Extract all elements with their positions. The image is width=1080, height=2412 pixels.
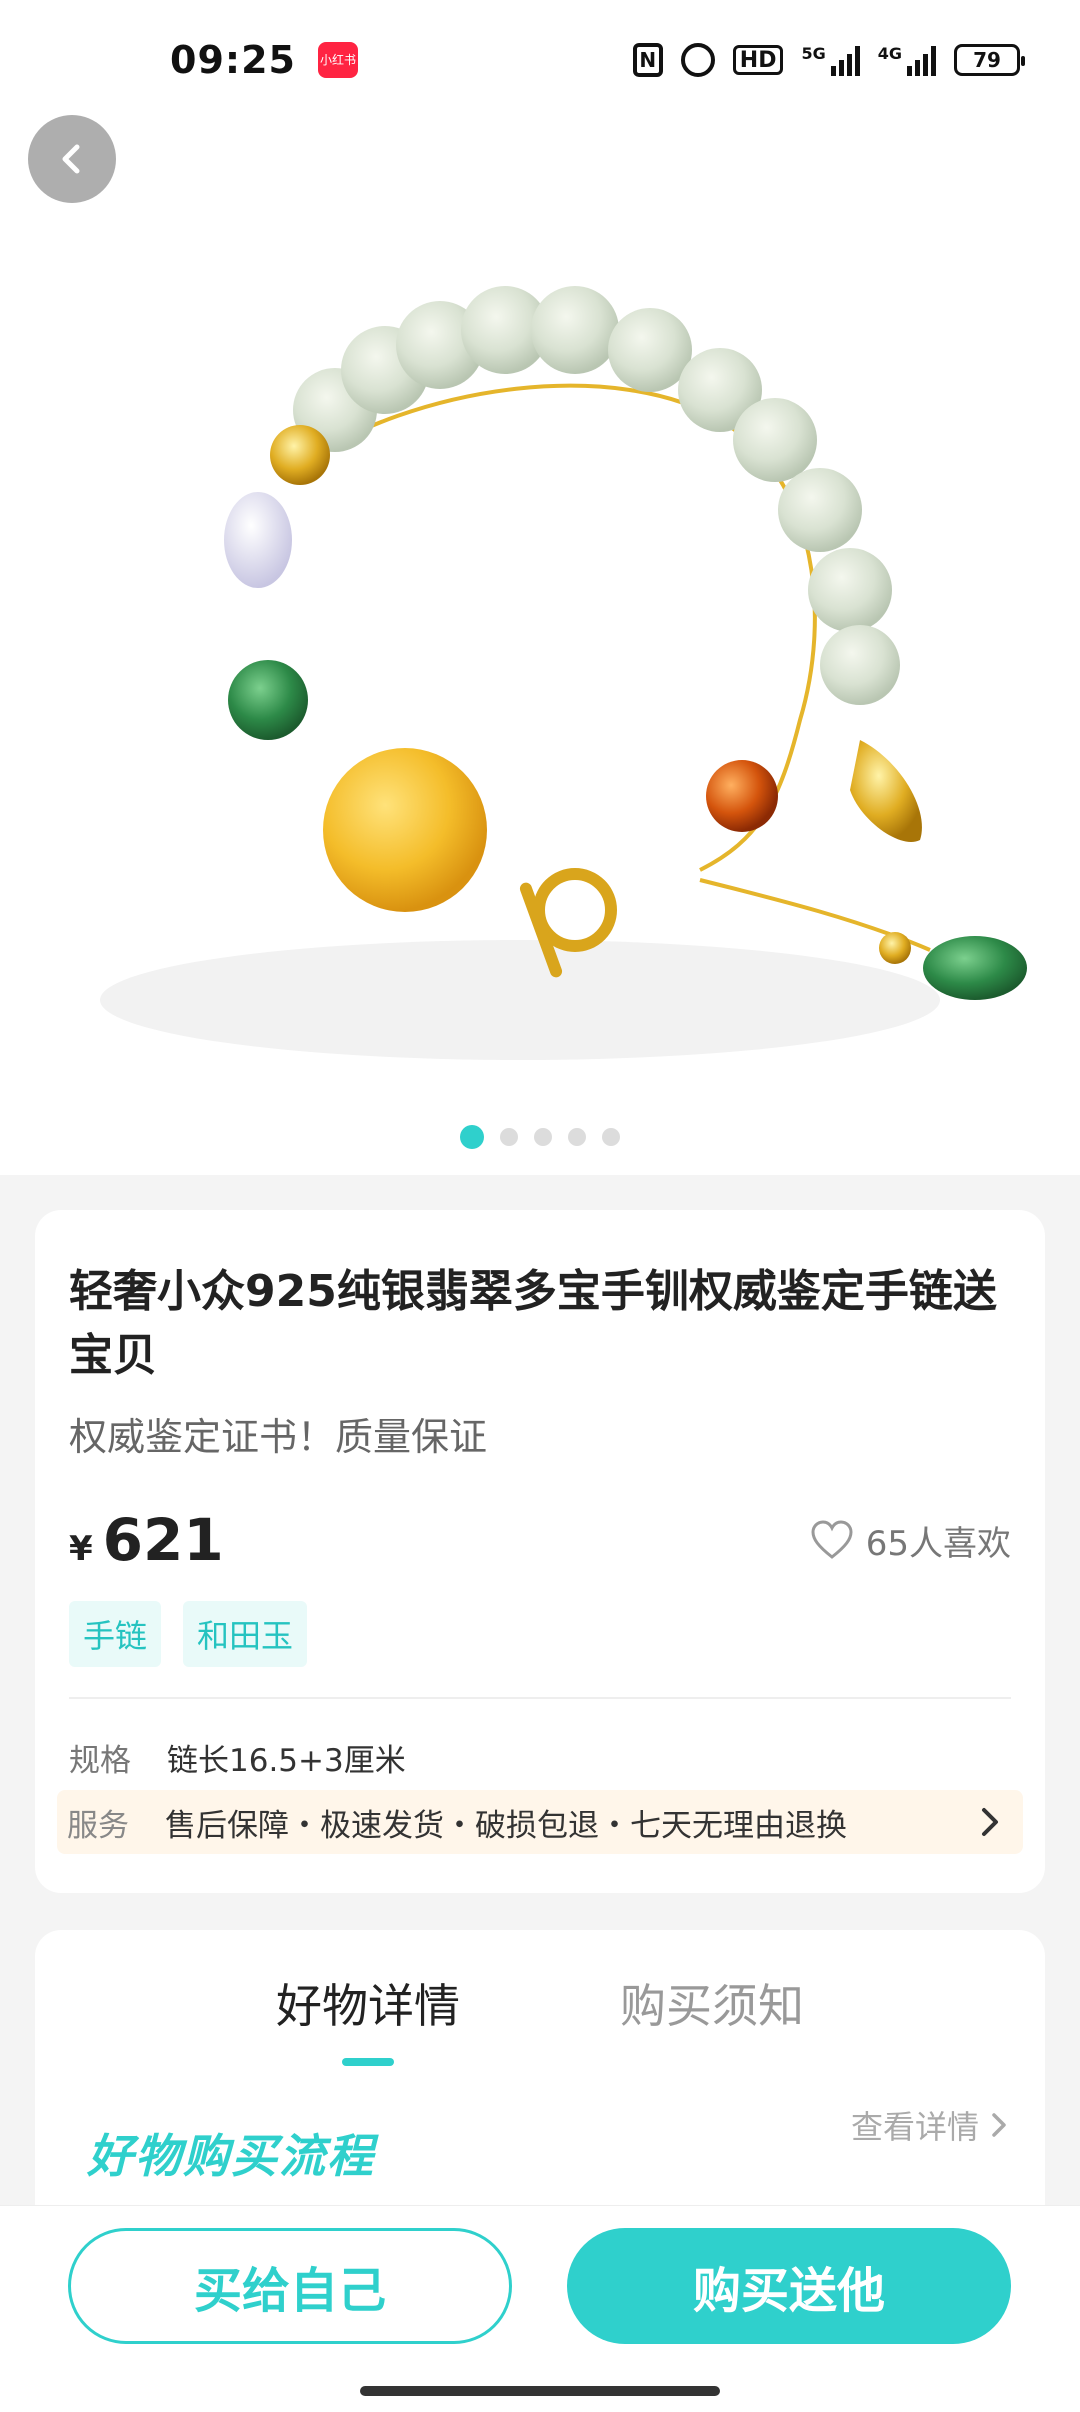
product-image-carousel[interactable] — [0, 0, 1080, 1175]
signal-5g-icon: 5G — [801, 44, 860, 76]
app-badge-icon: 小红书 — [317, 42, 358, 78]
service-label: 服务 — [67, 1807, 129, 1844]
tag-chip[interactable]: 和田玉 — [183, 1601, 308, 1667]
signal-5g-label: 5G — [801, 44, 826, 63]
tab-label: 购买须知 — [620, 1979, 804, 2033]
view-details-label: 查看详情 — [850, 2108, 979, 2146]
tag-list: 手链 和田玉 — [69, 1601, 1011, 1667]
currency-symbol: ¥ — [69, 1529, 93, 1569]
chevron-right-icon — [982, 1808, 998, 1836]
bracelet-image — [100, 286, 1027, 1060]
tab-product-details[interactable]: 好物详情 — [276, 1970, 460, 2066]
spec-row: 规格 链长16.5+3厘米 — [69, 1735, 1011, 1780]
tab-purchase-notice[interactable]: 购买须知 — [620, 1970, 804, 2036]
chevron-left-icon — [62, 144, 80, 174]
like-button[interactable]: 65人喜欢 — [810, 1516, 1011, 1565]
bottom-action-bar: 买给自己 购买送他 — [0, 2205, 1080, 2412]
product-info-card: 轻奢小众925纯银翡翠多宝手钏权威鉴定手链送宝贝 权威鉴定证书！质量保证 ¥ 6… — [35, 1210, 1045, 1893]
signal-4g-icon: 4G — [878, 44, 936, 76]
spec-label: 规格 — [69, 1743, 131, 1779]
chevron-right-icon — [992, 2113, 1006, 2137]
spec-value: 链长16.5+3厘米 — [167, 1743, 406, 1779]
carousel-dot[interactable] — [460, 1125, 484, 1149]
product-title: 轻奢小众925纯银翡翠多宝手钏权威鉴定手链送宝贝 — [69, 1266, 997, 1381]
carousel-indicator — [0, 1125, 1080, 1149]
home-indicator[interactable] — [360, 2386, 720, 2396]
tab-label: 好物详情 — [276, 1979, 460, 2033]
product-subtitle: 权威鉴定证书！质量保证 — [69, 1415, 488, 1459]
view-details-link[interactable]: 查看详情 — [851, 2102, 1009, 2148]
status-icons: N HD 5G 4G 79 — [632, 43, 1025, 77]
status-bar: 09:25 小红书 N HD 5G 4G 79 — [0, 0, 1080, 120]
price-row: ¥ 621 65人喜欢 — [69, 1505, 1011, 1575]
heart-icon — [811, 1520, 853, 1559]
back-button[interactable] — [28, 115, 116, 203]
like-count: 65人喜欢 — [865, 1523, 1011, 1564]
buy-for-self-button[interactable]: 买给自己 — [68, 2228, 512, 2344]
carousel-dot[interactable] — [500, 1128, 518, 1146]
hd-icon: HD — [732, 45, 784, 75]
purchase-flow-title: 好物购买流程 — [87, 2129, 375, 2183]
detail-card: 好物详情 购买须知 好物购买流程 查看详情 — [35, 1930, 1045, 2250]
carousel-dot[interactable] — [534, 1128, 552, 1146]
product-price: 621 — [102, 1506, 224, 1574]
battery-icon: 79 — [954, 44, 1025, 76]
service-row[interactable]: 服务 售后保障・极速发货・破损包退・七天无理由退换 — [57, 1790, 1023, 1854]
alarm-icon — [680, 43, 715, 77]
tag-chip[interactable]: 手链 — [69, 1601, 162, 1667]
status-time: 09:25 — [170, 38, 296, 82]
detail-tabs: 好物详情 购买须知 — [35, 1970, 1045, 2066]
tab-indicator — [342, 2058, 394, 2066]
service-value: 售后保障・极速发货・破损包退・七天无理由退换 — [165, 1807, 847, 1844]
nfc-icon: N — [632, 43, 663, 77]
buy-as-gift-button[interactable]: 购买送他 — [567, 2228, 1011, 2344]
divider — [69, 1697, 1011, 1699]
carousel-dot[interactable] — [568, 1128, 586, 1146]
signal-4g-label: 4G — [877, 44, 902, 63]
carousel-dot[interactable] — [602, 1128, 620, 1146]
